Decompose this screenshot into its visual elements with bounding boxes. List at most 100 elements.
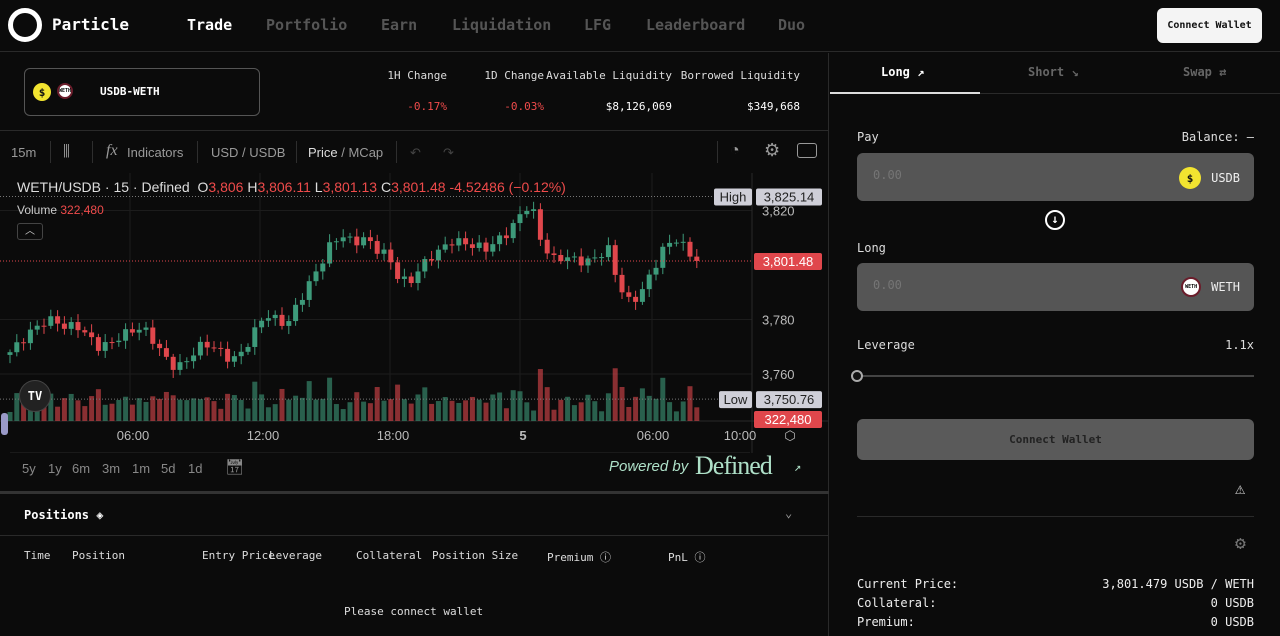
tab-swap[interactable]: Swap ⇄ [1183, 65, 1226, 79]
time-tick-label: 5 [519, 428, 526, 443]
warning-icon[interactable]: ⚠ [1235, 479, 1245, 499]
pay-token[interactable]: $ USDB [1179, 167, 1240, 189]
nav-leaderboard[interactable]: Leaderboard [646, 16, 745, 34]
candle [483, 242, 489, 252]
time-tick-label: 06:00 [637, 428, 670, 443]
gear-icon[interactable]: ⚙ [764, 140, 780, 161]
nav-earn[interactable]: Earn [381, 16, 417, 34]
alert-icon[interactable]: ◔ [730, 142, 740, 160]
nav-liquidation[interactable]: Liquidation [452, 16, 551, 34]
range-5d[interactable]: 5d [161, 461, 175, 476]
undo-icon[interactable]: ↶ [410, 145, 421, 161]
external-link-icon[interactable]: ↗ [794, 460, 801, 474]
volume-value: 322,480 [60, 203, 104, 217]
tradingview-logo-icon[interactable]: TV [19, 380, 51, 412]
range-1d[interactable]: 1d [188, 461, 202, 476]
candle [55, 316, 61, 324]
chart-settings-icon[interactable]: ⬡ [784, 428, 795, 443]
redo-icon[interactable]: ↷ [443, 145, 454, 161]
candle [245, 346, 251, 352]
tab-long[interactable]: Long ↗ [881, 65, 924, 79]
volume-bar [299, 397, 305, 421]
price-chart[interactable]: 3,820 3,780 3,760 06:00 12:00 18:00 5 06:00 10:0… [0, 173, 829, 453]
nav-lfg[interactable]: LFG [584, 16, 611, 34]
volume-bar [558, 399, 564, 421]
volume-bar [374, 387, 380, 421]
premium-label: Premium [547, 551, 594, 564]
leverage-slider[interactable] [857, 375, 1254, 377]
nav-duo[interactable]: Duo [778, 16, 805, 34]
pay-amount-input[interactable] [873, 168, 1073, 182]
volume-bar [456, 402, 462, 421]
nav-trade[interactable]: Trade [187, 16, 232, 34]
range-5y[interactable]: 5y [22, 461, 36, 476]
volume-legend: Volume 322,480 [17, 203, 104, 217]
candle-type-icon[interactable]: ⫼ [63, 143, 70, 160]
pay-input-box: $ USDB [857, 153, 1254, 201]
trade-panel: Long ↗ Short ↘ Swap ⇄ Pay Balance: – $ US… [830, 53, 1280, 636]
volume-bar [272, 404, 278, 421]
candle [612, 245, 618, 275]
trend-up-icon: ↗ [917, 65, 925, 79]
candle [456, 238, 462, 246]
long-amount-input[interactable] [873, 278, 1073, 292]
currency-button[interactable]: USD / USDB [211, 145, 285, 160]
col-position-size: Position Size [432, 549, 519, 562]
volume-bar [150, 396, 156, 421]
long-token[interactable]: WETH WETH [1181, 277, 1240, 297]
stat-1d-label: 1D Change [484, 69, 544, 82]
candle [48, 316, 54, 326]
nav-portfolio[interactable]: Portfolio [266, 16, 347, 34]
interval-button[interactable]: 15m [11, 145, 36, 160]
leverage-slider-handle[interactable] [851, 370, 863, 382]
active-tab-indicator [830, 92, 980, 94]
price-mcap-toggle[interactable]: Price / MCap [308, 145, 383, 160]
candle [293, 304, 299, 322]
leverage-value: 1.1x [1225, 338, 1254, 352]
candle [694, 256, 700, 261]
arrow-down-circle-icon[interactable]: ↓ [1045, 210, 1065, 230]
candle [415, 271, 421, 284]
volume-bar [415, 394, 421, 421]
tab-short[interactable]: Short ↘ [1028, 65, 1079, 79]
collateral-value: 0 USDB [1210, 596, 1254, 610]
volume-bar [653, 398, 659, 421]
volume-bar [483, 402, 489, 421]
settings-gear-icon[interactable]: ⚙ [1235, 533, 1246, 554]
indicators-button[interactable]: Indicators [127, 145, 183, 160]
candle [102, 342, 108, 351]
camera-icon[interactable] [797, 143, 817, 158]
chevron-down-icon[interactable]: ⌄ [785, 506, 792, 520]
connect-wallet-button[interactable]: Connect Wallet [1157, 8, 1262, 43]
time-tick-label: 06:00 [117, 428, 150, 443]
mcap-option[interactable]: / MCap [341, 145, 383, 160]
premium-label: Premium: [857, 615, 915, 629]
collapse-legend-button[interactable]: ︿ [17, 223, 43, 240]
range-3m[interactable]: 3m [102, 461, 120, 476]
range-1y[interactable]: 1y [48, 461, 62, 476]
divider [717, 141, 718, 163]
candle [429, 259, 435, 261]
symbol-label: WETH/USDB · 15 · Defined [17, 179, 190, 195]
price-option[interactable]: Price [308, 145, 338, 160]
swap-icon: ⇄ [1219, 65, 1227, 79]
calendar-icon[interactable]: 📅︎ [225, 458, 244, 476]
balance-label: Balance: – [1181, 130, 1254, 144]
info-icon[interactable]: ⓘ [600, 551, 611, 564]
pair-selector[interactable]: $ WETH USDB-WETH [24, 68, 260, 116]
connect-wallet-submit-button[interactable]: Connect Wallet [857, 419, 1254, 460]
volume-bar [408, 403, 414, 421]
volume-bar [673, 411, 679, 421]
range-6m[interactable]: 6m [72, 461, 90, 476]
candle [41, 325, 47, 327]
candle [191, 355, 197, 362]
defined-logo[interactable]: Defined [695, 451, 773, 481]
candle [687, 241, 693, 257]
volume-bar [211, 401, 217, 421]
volume-bar [497, 392, 503, 421]
logo-icon[interactable] [8, 8, 42, 42]
info-icon[interactable]: ⓘ [695, 551, 706, 564]
range-1m[interactable]: 1m [132, 461, 150, 476]
volume-bar [605, 393, 611, 421]
scroll-handle[interactable] [1, 413, 8, 435]
